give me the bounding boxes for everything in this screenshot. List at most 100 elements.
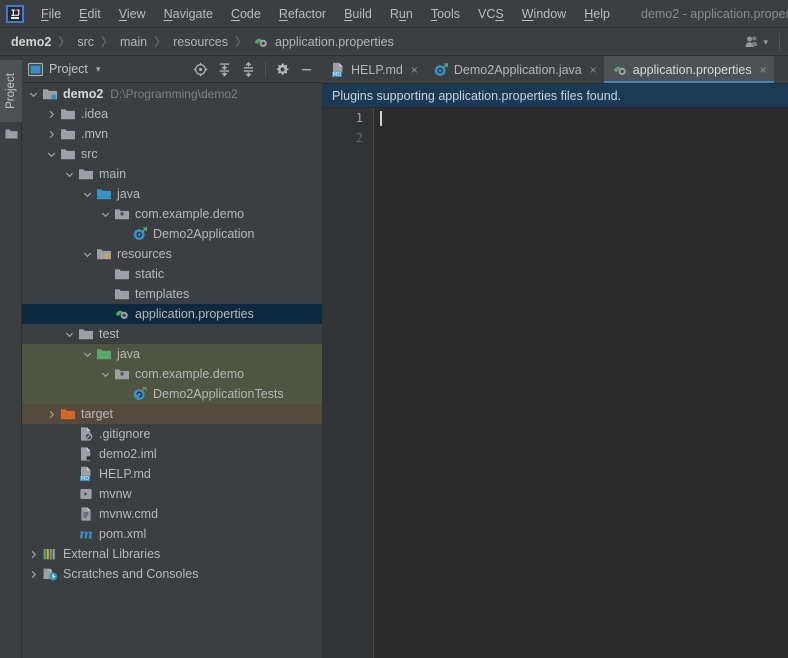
tool-window-button-project-label: Project [5, 73, 18, 109]
chevron-down-icon[interactable] [64, 169, 75, 180]
project-panel-caret-icon[interactable]: ▾ [96, 64, 101, 75]
folder-icon [78, 326, 94, 342]
chevron-down-icon[interactable] [82, 249, 93, 260]
chevron-right-icon[interactable] [46, 129, 57, 140]
chevron-down-icon[interactable] [64, 329, 75, 340]
tree-node-com-example-demo[interactable]: com.example.demo [22, 204, 322, 224]
tree-node--mvn[interactable]: .mvn [22, 124, 322, 144]
menu-item-edit[interactable]: Edit [70, 4, 110, 24]
close-icon[interactable]: × [760, 63, 767, 77]
spring-boot-class-icon [132, 226, 148, 242]
chevron-right-icon[interactable] [28, 569, 39, 580]
project-tree[interactable]: demo2 D:\Programming\demo2 .idea .mvn src mai… [22, 84, 322, 658]
editor-tab-application-properties[interactable]: application.properties × [603, 56, 774, 83]
menu-item-view[interactable]: View [110, 4, 155, 24]
properties-file-icon [114, 306, 130, 322]
tool-window-button-project[interactable]: Project [0, 60, 22, 122]
tree-node-label: HELP.md [99, 467, 151, 481]
tree-node-label: target [81, 407, 113, 421]
close-icon[interactable]: × [411, 63, 418, 77]
expand-all-icon[interactable] [217, 62, 232, 77]
menu-item-run[interactable]: Run [381, 4, 422, 24]
breadcrumb-item-resources[interactable]: resources [172, 35, 229, 49]
chevron-down-icon[interactable] [28, 89, 39, 100]
tree-node-demo2-iml[interactable]: demo2.iml [22, 444, 322, 464]
tree-node-mvnw-cmd[interactable]: mvnw.cmd [22, 504, 322, 524]
tree-node-demo2[interactable]: demo2 D:\Programming\demo2 [22, 84, 322, 104]
breadcrumb-item-src[interactable]: src [76, 35, 95, 49]
tree-node-static[interactable]: static [22, 264, 322, 284]
breadcrumb-label: demo2 [11, 34, 52, 49]
properties-file-icon [612, 62, 628, 78]
gear-icon[interactable] [275, 62, 290, 77]
project-view-icon [28, 62, 43, 77]
svg-text:MD: MD [81, 476, 89, 482]
module-folder-icon [42, 86, 58, 102]
menu-item-navigate[interactable]: Navigate [155, 4, 222, 24]
close-icon[interactable]: × [590, 63, 597, 77]
minimize-icon[interactable] [299, 62, 314, 77]
window-title: demo2 - application.properties [640, 6, 788, 21]
tree-node-test[interactable]: test [22, 324, 322, 344]
tree-node-mvnw[interactable]: mvnw [22, 484, 322, 504]
tree-node-src[interactable]: src [22, 144, 322, 164]
tree-node-demo2application[interactable]: Demo2Application [22, 224, 322, 244]
menu-item-build[interactable]: Build [335, 4, 381, 24]
tree-node-label: main [99, 167, 127, 181]
svg-text:MD: MD [333, 72, 341, 78]
tree-node-label: Demo2ApplicationTests [153, 387, 284, 401]
tree-node-pom-xml[interactable]: m pom.xml [22, 524, 322, 544]
tree-node-label: src [81, 147, 98, 161]
tree-node-main[interactable]: main [22, 164, 322, 184]
tree-node--gitignore[interactable]: .gitignore [22, 424, 322, 444]
menu-item-refactor[interactable]: Refactor [270, 4, 335, 24]
editor-notification-bar[interactable]: Plugins supporting application.propertie… [322, 84, 788, 108]
chevron-down-icon[interactable] [100, 209, 111, 220]
chevron-right-icon[interactable] [46, 109, 57, 120]
tree-node-application-properties[interactable]: application.properties [22, 304, 322, 324]
breadcrumb-item-demo2[interactable]: demo2 [10, 35, 52, 49]
tree-node--idea[interactable]: .idea [22, 104, 322, 124]
chevron-right-icon[interactable] [46, 409, 57, 420]
tree-node-demo2applicationtests[interactable]: Demo2ApplicationTests [22, 384, 322, 404]
editor-tab-demo2application-java[interactable]: Demo2Application.java × [425, 56, 604, 83]
tree-node-scratches-and-consoles[interactable]: Scratches and Consoles [22, 564, 322, 584]
editor-tab-help-md[interactable]: MD HELP.md × [322, 56, 425, 83]
tree-node-templates[interactable]: templates [22, 284, 322, 304]
chevron-right-icon[interactable] [28, 549, 39, 560]
breadcrumb-label: src [77, 34, 94, 49]
account-dropdown-caret-icon[interactable]: ▾ [763, 37, 768, 48]
breadcrumb-item-application-properties[interactable]: application.properties [253, 34, 395, 50]
tree-node-com-example-demo[interactable]: com.example.demo [22, 364, 322, 384]
user-account-icon[interactable] [744, 34, 760, 50]
menu-item-help[interactable]: Help [575, 4, 619, 24]
select-opened-file-icon[interactable] [193, 62, 208, 77]
navbar-divider [779, 33, 780, 51]
menu-item-file[interactable]: File [32, 4, 70, 24]
menu-item-vcs[interactable]: VCS [469, 4, 513, 24]
tree-node-external-libraries[interactable]: External Libraries [22, 544, 322, 564]
editor-gutter[interactable]: 12 [322, 108, 374, 658]
breadcrumb-item-main[interactable]: main [119, 35, 148, 49]
structure-folder-icon[interactable] [5, 128, 18, 140]
chevron-down-icon[interactable] [46, 149, 57, 160]
tree-node-java[interactable]: java [22, 344, 322, 364]
breadcrumb-label: application.properties [275, 34, 394, 49]
editor-text-pane[interactable] [374, 108, 788, 658]
menu-item-code[interactable]: Code [222, 4, 270, 24]
menu-item-window[interactable]: Window [513, 4, 575, 24]
tree-node-help-md[interactable]: MD HELP.md [22, 464, 322, 484]
scratches-icon [42, 566, 58, 582]
collapse-all-icon[interactable] [241, 61, 256, 77]
tree-node-resources[interactable]: resources [22, 244, 322, 264]
tree-node-target[interactable]: target [22, 404, 322, 424]
breadcrumb-separator: 〉 [58, 35, 71, 49]
chevron-down-icon[interactable] [82, 189, 93, 200]
chevron-down-icon[interactable] [82, 349, 93, 360]
menu-bar: IJ File Edit View Navigate Code Refactor Build… [0, 0, 788, 28]
app-logo-icon[interactable]: IJ [6, 4, 24, 23]
menu-item-tools[interactable]: Tools [422, 4, 469, 24]
chevron-down-icon[interactable] [100, 369, 111, 380]
tree-node-java[interactable]: java [22, 184, 322, 204]
code-editor[interactable]: 12 [322, 108, 788, 658]
